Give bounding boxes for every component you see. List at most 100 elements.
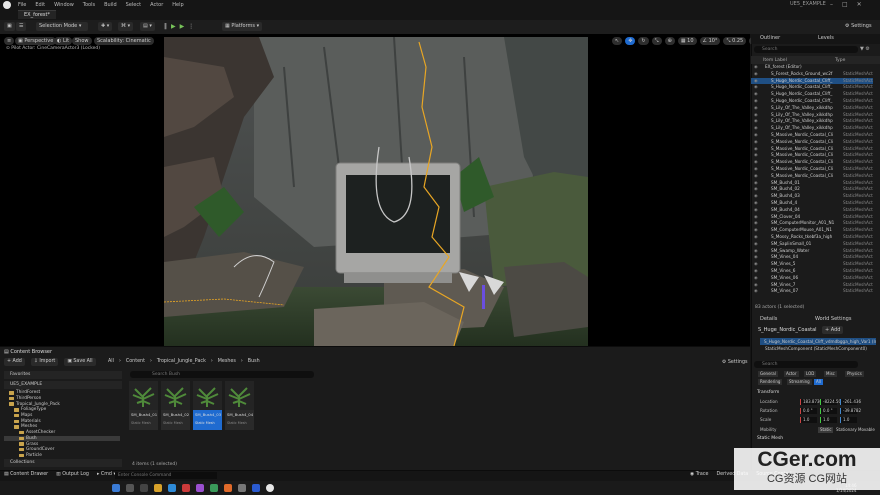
platforms-button[interactable]: ▦ Platforms ▾ bbox=[222, 22, 263, 31]
tab-outliner[interactable]: Outliner bbox=[760, 35, 780, 41]
breadcrumb-pack[interactable]: Tropical_Jungle_Pack bbox=[157, 359, 206, 364]
visibility-eye-icon[interactable]: ◉ bbox=[751, 254, 771, 261]
scale-z-field[interactable]: 1.0 bbox=[840, 417, 857, 423]
close-icon[interactable]: ✕ bbox=[857, 1, 862, 8]
visibility-eye-icon[interactable]: ◉ bbox=[751, 146, 771, 153]
play-icon[interactable]: ▶ bbox=[171, 23, 176, 30]
lit-button[interactable]: ◐ Lit bbox=[54, 37, 73, 45]
asset-tile[interactable]: SM_Bush4_03 Static Mesh bbox=[193, 381, 222, 430]
folder-tree[interactable]: ThirdForest ThirdPerson Tropical_Jungle_Pa… bbox=[4, 390, 120, 458]
visibility-eye-icon[interactable]: ◉ bbox=[751, 200, 771, 207]
file-explorer-icon[interactable] bbox=[154, 484, 162, 492]
app-green-icon[interactable] bbox=[210, 484, 218, 492]
app-red-icon[interactable] bbox=[182, 484, 190, 492]
collections-section[interactable]: Collections bbox=[4, 459, 122, 467]
mobility-stationary[interactable]: Stationary bbox=[834, 427, 859, 433]
asset-tile[interactable]: SM_Bush4_04 Static Mesh bbox=[225, 381, 254, 430]
favorites-section[interactable]: Favorites bbox=[4, 371, 122, 379]
menu-actor[interactable]: Actor bbox=[150, 2, 163, 8]
menu-edit[interactable]: Edit bbox=[35, 2, 45, 8]
outliner-list[interactable]: ◉ EX_forest (Editor) ◉ S_Forest_Rocks_Groun… bbox=[751, 64, 873, 304]
asset-search-input[interactable]: Search Bush bbox=[130, 371, 314, 378]
table-row[interactable]: ◉ SM_ComputerMonitor_A01_N1 StaticMeshAct bbox=[751, 220, 873, 227]
visibility-eye-icon[interactable]: ◉ bbox=[751, 105, 771, 112]
mobility-static[interactable]: Static bbox=[818, 427, 834, 433]
visibility-eye-icon[interactable]: ◉ bbox=[751, 275, 771, 282]
visibility-eye-icon[interactable]: ◉ bbox=[751, 91, 771, 98]
component-child[interactable]: StaticMeshComponent (StaticMeshComponent… bbox=[765, 346, 867, 351]
viewport-menu-icon[interactable]: ≡ bbox=[4, 37, 15, 45]
table-row[interactable]: ◉ SM_Swamp_Water StaticMeshAct bbox=[751, 248, 873, 255]
table-row[interactable]: ◉ SM_Bush4_04 StaticMeshAct bbox=[751, 207, 873, 214]
visibility-eye-icon[interactable]: ◉ bbox=[751, 159, 771, 166]
visibility-eye-icon[interactable]: ◉ bbox=[751, 186, 771, 193]
static-mesh-section[interactable]: Static Mesh bbox=[757, 436, 783, 441]
cmd-button[interactable]: ▸ Cmd ▾ bbox=[97, 472, 116, 477]
app-grey-icon[interactable] bbox=[238, 484, 246, 492]
filter-misc[interactable]: Misc bbox=[824, 371, 837, 377]
breadcrumb-content[interactable]: Content bbox=[126, 359, 145, 364]
table-row[interactable]: ◉ EX_forest (Editor) bbox=[751, 64, 873, 71]
viewport-scene-render[interactable] bbox=[164, 37, 588, 346]
filter-physics[interactable]: Physics bbox=[845, 371, 864, 377]
table-row[interactable]: ◉ SM_Vines_06 StaticMeshAct bbox=[751, 275, 873, 282]
table-row[interactable]: ◉ S_Massive_Nordic_Coastal_Cli StaticMeshA… bbox=[751, 132, 873, 139]
table-row[interactable]: ◉ S_Lily_Of_The_Valley_xikkdhp StaticMeshA… bbox=[751, 125, 873, 132]
cb-add-button[interactable]: + Add bbox=[4, 358, 25, 366]
table-row[interactable]: ◉ S_Massive_Nordic_Coastal_Cli StaticMeshA… bbox=[751, 152, 873, 159]
visibility-eye-icon[interactable]: ◉ bbox=[751, 64, 765, 71]
edge-icon[interactable] bbox=[168, 484, 176, 492]
level-tab[interactable]: EX_forest* bbox=[18, 10, 56, 19]
stop-icon[interactable]: ⋮ bbox=[188, 23, 194, 30]
rotation-y-field[interactable]: 0.0 ° bbox=[820, 408, 837, 414]
visibility-eye-icon[interactable]: ◉ bbox=[751, 112, 771, 119]
filter-rendering[interactable]: Rendering bbox=[758, 379, 783, 385]
table-row[interactable]: ◉ S_Huge_Nordic_Coastal_Cliff_ StaticMeshA… bbox=[751, 98, 873, 105]
content-drawer-button[interactable]: ▤ Content Drawer bbox=[4, 472, 48, 477]
breadcrumb-bush[interactable]: Bush bbox=[248, 359, 260, 364]
details-actor-name[interactable]: S_Huge_Nordic_Coastal bbox=[758, 327, 817, 333]
app-orange-icon[interactable] bbox=[224, 484, 232, 492]
table-row[interactable]: ◉ SM_Vines_6 StaticMeshAct bbox=[751, 268, 873, 275]
filter-general[interactable]: General bbox=[758, 371, 778, 377]
folder-item[interactable]: Particle bbox=[4, 453, 120, 459]
visibility-eye-icon[interactable]: ◉ bbox=[751, 207, 771, 214]
table-row[interactable]: ◉ S_Lily_Of_The_Valley_xikkdhp StaticMeshA… bbox=[751, 105, 873, 112]
content-icon[interactable]: ☰ bbox=[16, 22, 27, 31]
cb-settings-button[interactable]: ⚙ Settings bbox=[722, 360, 748, 365]
move-tool-icon[interactable]: ✥ bbox=[625, 37, 636, 45]
table-row[interactable]: ◉ SM_Bush4_02 StaticMeshAct bbox=[751, 186, 873, 193]
table-row[interactable]: ◉ SM_Vines_7 StaticMeshAct bbox=[751, 282, 873, 289]
location-z-field[interactable]: -261.436 bbox=[840, 399, 861, 405]
table-row[interactable]: ◉ SM_Vines_04 StaticMeshAct bbox=[751, 254, 873, 261]
rotation-x-field[interactable]: 0.0 ° bbox=[800, 408, 817, 414]
scale-snap-button[interactable]: ⤡ 0.25 bbox=[723, 37, 747, 45]
rotate-tool-icon[interactable]: ↻ bbox=[638, 37, 649, 45]
visibility-eye-icon[interactable]: ◉ bbox=[751, 214, 771, 221]
maximize-icon[interactable]: □ bbox=[842, 1, 848, 8]
scalability-button[interactable]: Scalability: Cinematic bbox=[94, 37, 154, 45]
table-row[interactable]: ◉ SM_ComputerMouse_A01_N1 StaticMeshAct bbox=[751, 227, 873, 234]
cb-import-button[interactable]: ⇩ Import bbox=[30, 358, 59, 366]
visibility-eye-icon[interactable]: ◉ bbox=[751, 193, 771, 200]
visibility-eye-icon[interactable]: ◉ bbox=[751, 241, 771, 248]
blueprint-icon[interactable]: ⌘ ▾ bbox=[118, 22, 134, 31]
transform-section[interactable]: Transform bbox=[757, 390, 779, 395]
table-row[interactable]: ◉ SM_Bush4_01 StaticMeshAct bbox=[751, 180, 873, 187]
visibility-eye-icon[interactable]: ◉ bbox=[751, 166, 771, 173]
visibility-eye-icon[interactable]: ◉ bbox=[751, 180, 771, 187]
show-button[interactable]: Show bbox=[72, 37, 92, 45]
visibility-eye-icon[interactable]: ◉ bbox=[751, 118, 771, 125]
table-row[interactable]: ◉ S_Massive_Nordic_Coastal_Cli StaticMeshA… bbox=[751, 166, 873, 173]
table-row[interactable]: ◉ S_Massive_Nordic_Coastal_Cli StaticMeshA… bbox=[751, 159, 873, 166]
table-row[interactable]: ◉ S_Lily_Of_The_Valley_xikkdhp StaticMeshA… bbox=[751, 112, 873, 119]
column-type[interactable]: Type bbox=[835, 58, 845, 63]
filter-icon[interactable]: ▼ ⚙ bbox=[860, 46, 870, 52]
menu-window[interactable]: Window bbox=[54, 2, 74, 8]
visibility-eye-icon[interactable]: ◉ bbox=[751, 139, 771, 146]
visibility-eye-icon[interactable]: ◉ bbox=[751, 234, 771, 241]
visibility-eye-icon[interactable]: ◉ bbox=[751, 173, 771, 180]
table-row[interactable]: ◉ SM_SaplinSmall_01 StaticMeshAct bbox=[751, 241, 873, 248]
tab-levels[interactable]: Levels bbox=[818, 35, 834, 41]
content-browser-tab[interactable]: ▤ Content Browser bbox=[4, 349, 52, 355]
